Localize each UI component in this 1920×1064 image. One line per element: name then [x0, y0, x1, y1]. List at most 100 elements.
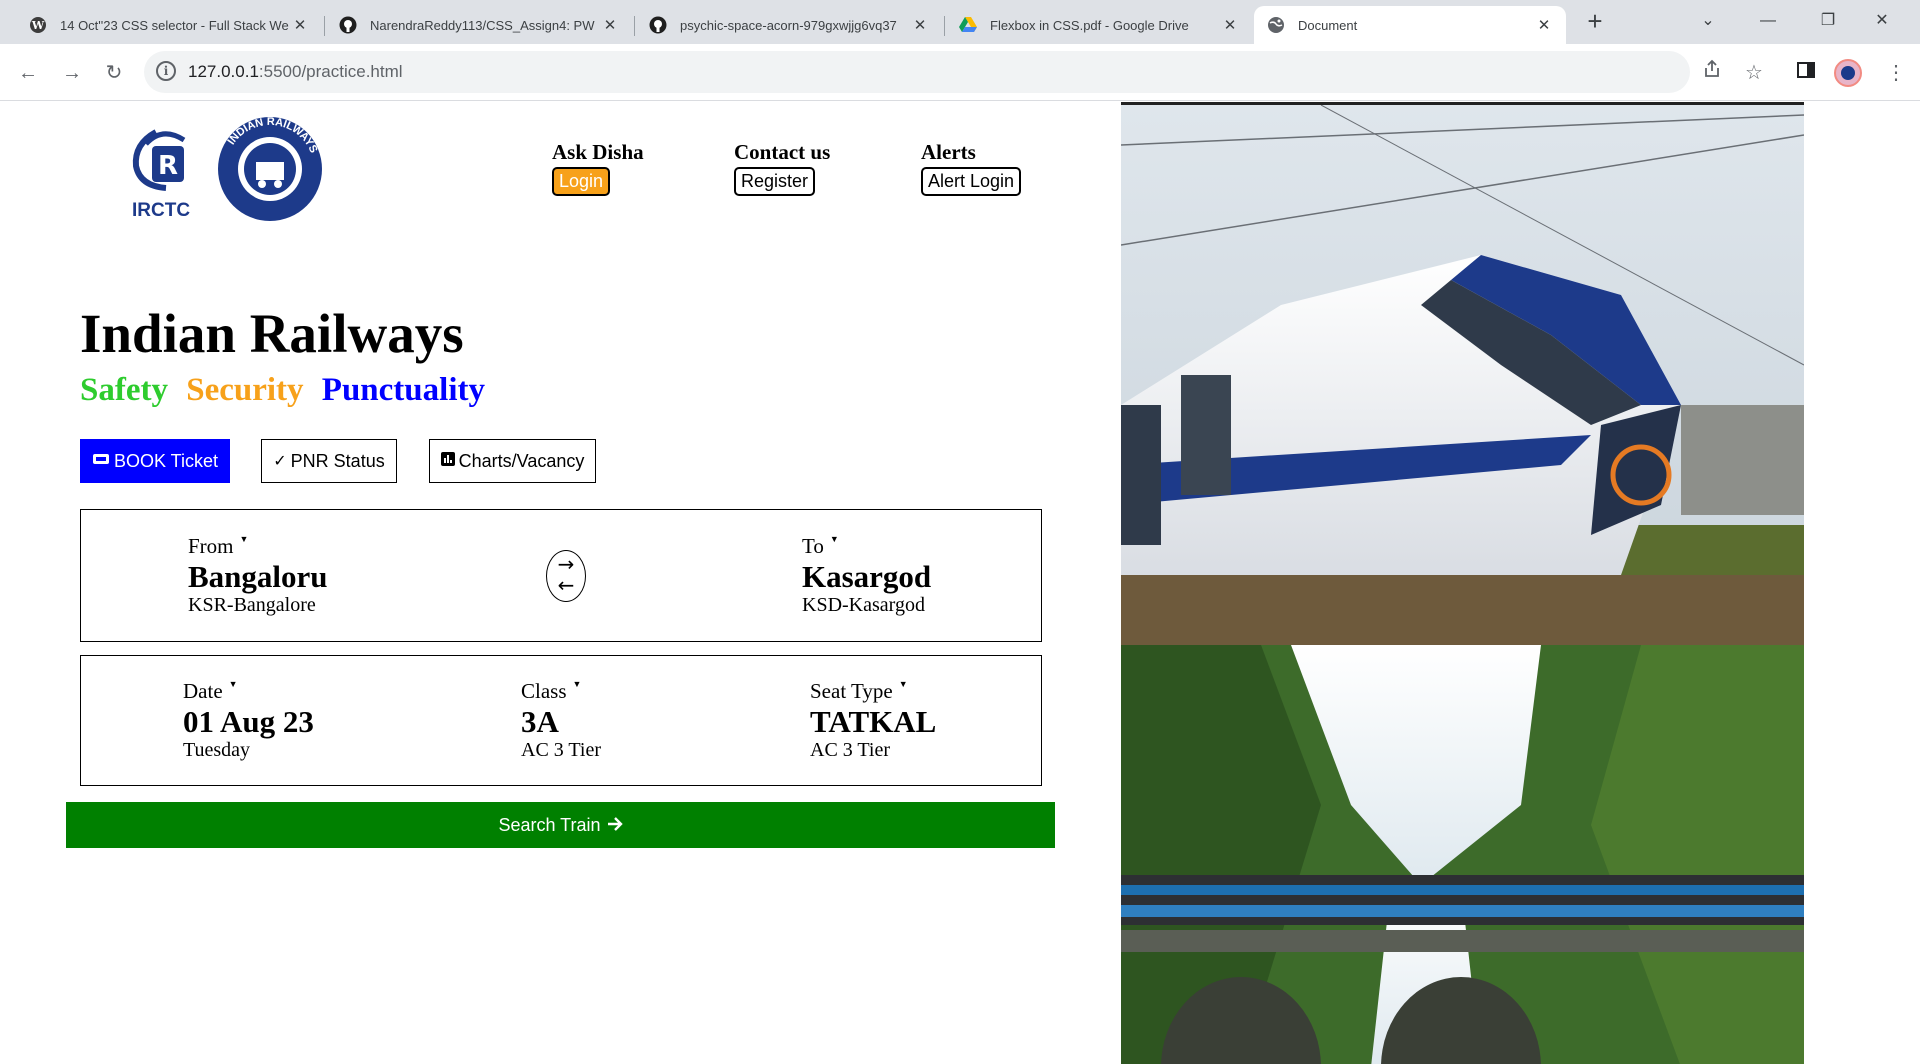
back-icon[interactable]: ← — [12, 57, 44, 89]
class-label: Class ▼ — [521, 679, 601, 704]
globe-icon — [1266, 15, 1286, 35]
pnr-status-label: PNR Status — [290, 450, 385, 471]
caret-down-icon: ▼ — [228, 679, 238, 689]
close-tab-icon[interactable]: ✕ — [910, 16, 930, 34]
charts-vacancy-button[interactable]: Charts/Vacancy — [429, 439, 596, 483]
url-host: 127.0.0.1 — [188, 62, 259, 81]
caret-down-icon: ▼ — [572, 679, 582, 689]
motto-security: Security — [186, 372, 304, 408]
google-drive-icon — [958, 15, 978, 35]
browser-tab[interactable]: W 14 Oct''23 CSS selector - Full Stack W… — [16, 6, 322, 44]
class-field[interactable]: Class ▼ 3A AC 3 Tier — [521, 679, 601, 762]
browser-tab-strip: W 14 Oct''23 CSS selector - Full Stack W… — [0, 0, 1920, 44]
nav-contact-us: Contact us Register — [734, 140, 830, 196]
url-text: 127.0.0.1:5500/practice.html — [188, 62, 403, 82]
tab-title: 14 Oct''23 CSS selector - Full Stack We — [60, 17, 289, 33]
tab-separator — [944, 16, 945, 36]
page-title: Indian Railways — [80, 303, 464, 364]
reload-icon[interactable]: ↻ — [98, 57, 130, 89]
date-day: Tuesday — [183, 738, 251, 761]
journey-card: From ▼ Bangaloru KSR-Bangalore → ← To ▼ Ka… — [80, 509, 1042, 642]
close-tab-icon[interactable]: ✕ — [1534, 16, 1554, 34]
restore-icon[interactable]: ❐ — [1808, 4, 1848, 38]
from-city: Bangaloru — [188, 559, 328, 594]
arrow-right-icon — [607, 815, 623, 836]
tab-separator — [634, 16, 635, 36]
nav-heading-contact-us: Contact us — [734, 140, 831, 164]
url-path: :5500/practice.html — [258, 62, 403, 81]
logo-text: IRCTC — [132, 200, 190, 221]
date-label-text: Date — [183, 679, 223, 703]
browser-tab[interactable]: Flexbox in CSS.pdf - Google Drive ✕ — [946, 6, 1252, 44]
date-field[interactable]: Date ▼ 01 Aug 23 Tuesday — [183, 679, 314, 762]
book-ticket-button[interactable]: BOOK Ticket — [80, 439, 230, 483]
tab-title: Document — [1298, 17, 1358, 33]
register-button[interactable]: Register — [734, 167, 816, 196]
tab-search-icon[interactable]: ⌄ — [1688, 4, 1728, 38]
browser-tab-active[interactable]: Document ✕ — [1254, 6, 1566, 44]
share-icon[interactable] — [1696, 57, 1728, 89]
browser-tab[interactable]: psychic-space-acorn-979gxwjjg6vq37 ✕ — [636, 6, 942, 44]
to-label: To ▼ — [802, 534, 931, 559]
menu-kebab-icon[interactable]: ⋮ — [1880, 57, 1912, 89]
from-label-text: From — [188, 534, 234, 558]
motto-punctuality: Punctuality — [321, 372, 485, 408]
date-label: Date ▼ — [183, 679, 314, 704]
forward-icon[interactable]: → — [56, 57, 88, 89]
from-field[interactable]: From ▼ Bangaloru KSR-Bangalore — [188, 534, 328, 617]
caret-down-icon: ▼ — [829, 534, 839, 544]
pnr-status-button[interactable]: ✓ PNR Status — [261, 439, 397, 483]
book-ticket-label: BOOK Ticket — [113, 450, 219, 471]
seat-type-field[interactable]: Seat Type ▼ TATKAL AC 3 Tier — [810, 679, 936, 762]
svg-text:R: R — [158, 151, 178, 181]
ticket-icon — [92, 452, 110, 471]
irctc-logo: R IRCTC INDIAN RAILWAYS — [126, 114, 326, 224]
tab-title: Flexbox in CSS.pdf - Google Drive — [990, 17, 1189, 33]
close-tab-icon[interactable]: ✕ — [290, 16, 310, 34]
seat-type-label: Seat Type ▼ — [810, 679, 936, 704]
login-button[interactable]: Login — [552, 167, 611, 196]
nav-ask-disha: Ask Disha Login — [552, 140, 644, 196]
profile-avatar[interactable] — [1834, 59, 1862, 87]
hero-image — [1121, 102, 1804, 1064]
new-tab-icon[interactable]: + — [1582, 8, 1608, 36]
to-city: Kasargod — [802, 559, 932, 594]
to-field[interactable]: To ▼ Kasargod KSD-Kasargod — [802, 534, 931, 617]
search-train-button[interactable]: Search Train — [66, 802, 1055, 848]
site-info-icon[interactable]: i — [156, 61, 176, 81]
nav-alerts: Alerts Alert Login — [921, 140, 1022, 196]
motto: Safety Security Punctuality — [80, 372, 495, 409]
close-tab-icon[interactable]: ✕ — [600, 16, 620, 34]
page-content: R IRCTC INDIAN RAILWAYS Ask Disha Login … — [0, 102, 1920, 1064]
arrow-left-icon: ← — [557, 573, 575, 597]
to-station: KSD-Kasargod — [802, 593, 925, 616]
close-tab-icon[interactable]: ✕ — [1220, 16, 1240, 34]
seat-type-description: AC 3 Tier — [810, 738, 891, 761]
options-card: Date ▼ 01 Aug 23 Tuesday Class ▼ 3A AC 3 T… — [80, 655, 1042, 786]
minimize-icon[interactable]: — — [1748, 4, 1788, 38]
from-label: From ▼ — [188, 534, 328, 559]
arrow-right-icon: → — [557, 552, 575, 576]
nav-heading-ask-disha: Ask Disha — [552, 140, 644, 164]
swap-stations-button[interactable]: → ← — [546, 550, 586, 602]
search-train-label: Search Train — [498, 814, 601, 835]
address-bar[interactable]: i 127.0.0.1:5500/practice.html — [144, 51, 1690, 93]
github-icon — [338, 15, 358, 35]
svg-text:W: W — [31, 19, 45, 32]
side-panel-icon[interactable] — [1790, 57, 1822, 89]
alert-login-button[interactable]: Alert Login — [921, 167, 1022, 196]
motto-safety: Safety — [80, 372, 168, 408]
tab-title: psychic-space-acorn-979gxwjjg6vq37 — [680, 17, 897, 33]
seat-type-label-text: Seat Type — [810, 679, 893, 703]
train-waterfall-illustration — [1121, 105, 1804, 1064]
bar-chart-icon — [440, 451, 455, 471]
browser-toolbar: ← → ↻ i 127.0.0.1:5500/practice.html ☆ ⋮ — [0, 44, 1920, 101]
caret-down-icon: ▼ — [239, 534, 249, 544]
tab-separator — [324, 16, 325, 36]
close-window-icon[interactable]: ✕ — [1862, 4, 1902, 38]
date-value: 01 Aug 23 — [183, 704, 314, 739]
wordpress-icon: W — [28, 15, 48, 35]
tab-title: NarendraReddy113/CSS_Assign4: PW — [370, 17, 595, 33]
browser-tab[interactable]: NarendraReddy113/CSS_Assign4: PW ✕ — [326, 6, 632, 44]
bookmark-star-icon[interactable]: ☆ — [1738, 57, 1770, 89]
